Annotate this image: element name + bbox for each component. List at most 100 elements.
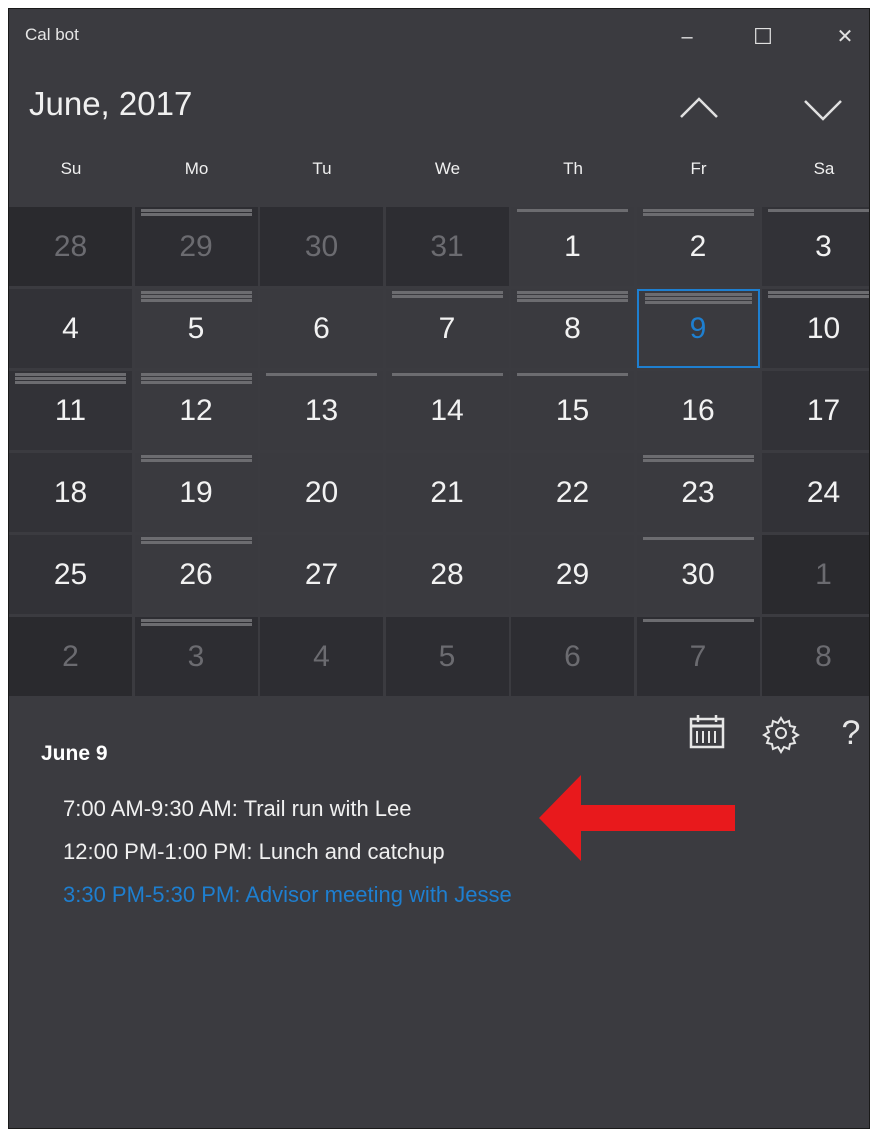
day-cell[interactable]: 6 [511, 617, 634, 696]
day-number: 9 [689, 311, 707, 345]
weekday-fr: Fr [690, 159, 707, 178]
day-number: 24 [806, 475, 841, 509]
weekday-tu: Tu [312, 159, 332, 178]
month-label: June, 2017 [29, 85, 193, 122]
day-cell-selected[interactable]: 9 [636, 289, 760, 368]
day-cell[interactable]: 28 [9, 207, 132, 286]
day-cell[interactable]: 22 [511, 453, 634, 532]
day-cell[interactable]: 20 [260, 453, 383, 532]
day-cell[interactable]: 25 [9, 535, 132, 614]
day-number: 27 [304, 557, 339, 591]
event-indicator [140, 455, 252, 458]
calendar-icon [689, 715, 725, 749]
day-number: 5 [187, 311, 205, 345]
event-indicator [140, 213, 252, 216]
day-number: 12 [179, 393, 213, 427]
event-item[interactable]: 12:00 PM-1:00 PM: Lunch and catchup [63, 839, 445, 865]
weekday-th: Th [563, 159, 583, 178]
day-number: 14 [430, 393, 464, 427]
event-indicator [140, 295, 252, 298]
event-indicator [140, 299, 252, 302]
chevron-up-icon [680, 97, 718, 118]
day-cell[interactable]: 6 [260, 289, 383, 368]
day-cell[interactable]: 13 [260, 371, 383, 450]
chevron-down-icon [804, 100, 842, 121]
day-cell[interactable]: 11 [9, 371, 132, 450]
app-window: Cal bot – ☐ ✕ June, 2017 Su Mo Tu We Th Fr Sa … [8, 8, 870, 1129]
day-cell[interactable]: 4 [9, 289, 132, 368]
day-cell[interactable]: 8 [511, 289, 634, 368]
close-button[interactable]: ✕ [825, 19, 865, 55]
settings-gear-icon [762, 716, 800, 754]
event-indicator [642, 213, 754, 216]
day-cell[interactable]: 5 [134, 289, 258, 368]
maximize-button[interactable]: ☐ [743, 19, 783, 55]
day-cell[interactable]: 17 [762, 371, 869, 450]
event-indicator [517, 209, 628, 212]
event-item[interactable]: 7:00 AM-9:30 AM: Trail run with Lee [63, 796, 412, 822]
day-number: 11 [54, 393, 87, 427]
day-number: 17 [806, 393, 841, 427]
day-cell[interactable]: 29 [511, 535, 634, 614]
day-cell[interactable]: 15 [511, 371, 634, 450]
event-item-highlighted[interactable]: 3:30 PM-5:30 PM: Advisor meeting with Je… [63, 882, 512, 908]
window-title: Cal bot [25, 25, 79, 44]
event-indicator [642, 619, 754, 622]
event-indicator [140, 291, 252, 294]
day-number: 3 [187, 639, 205, 673]
event-indicator [140, 377, 252, 380]
day-cell[interactable]: 2 [9, 617, 132, 696]
day-cell[interactable]: 8 [762, 617, 869, 696]
day-cell[interactable]: 18 [9, 453, 132, 532]
event-indicator [140, 373, 252, 376]
selected-date-heading: June 9 [41, 742, 108, 765]
day-cell[interactable]: 5 [385, 617, 509, 696]
day-cell[interactable]: 30 [636, 535, 760, 614]
day-cell[interactable]: 28 [385, 535, 509, 614]
event-indicator [517, 373, 628, 376]
event-indicator [644, 301, 752, 304]
day-cell[interactable]: 19 [134, 453, 258, 532]
day-number: 19 [179, 475, 213, 509]
day-number: 23 [681, 475, 715, 509]
day-cell[interactable]: 16 [636, 371, 760, 450]
day-cell[interactable]: 7 [385, 289, 509, 368]
event-indicator [140, 619, 252, 622]
event-indicator [642, 459, 754, 462]
day-cell[interactable]: 31 [385, 207, 509, 286]
day-cell[interactable]: 27 [260, 535, 383, 614]
event-indicator [140, 537, 252, 540]
event-indicator [768, 209, 869, 212]
day-cell[interactable]: 3 [762, 207, 869, 286]
event-indicator [15, 377, 126, 380]
day-cell[interactable]: 24 [762, 453, 869, 532]
day-cell[interactable]: 26 [134, 535, 258, 614]
day-number: 7 [689, 639, 707, 673]
day-cell[interactable]: 30 [260, 207, 383, 286]
settings-button[interactable] [757, 709, 805, 757]
event-indicator [391, 291, 503, 294]
event-indicator [140, 381, 252, 384]
next-month-button[interactable] [795, 81, 851, 137]
day-cell[interactable]: 23 [636, 453, 760, 532]
day-cell[interactable]: 29 [134, 207, 258, 286]
day-cell[interactable]: 21 [385, 453, 509, 532]
day-cell[interactable]: 7 [636, 617, 760, 696]
day-cell[interactable]: 2 [636, 207, 760, 286]
day-number: 18 [53, 475, 88, 509]
previous-month-button[interactable] [671, 81, 727, 137]
day-number: 29 [555, 557, 590, 591]
day-cell[interactable]: 4 [260, 617, 383, 696]
event-indicator [15, 381, 126, 384]
day-cell[interactable]: 1 [511, 207, 634, 286]
day-cell[interactable]: 10 [762, 289, 869, 368]
day-cell[interactable]: 12 [134, 371, 258, 450]
calendar-view-button[interactable] [683, 709, 731, 757]
help-button[interactable]: ? [827, 709, 869, 757]
event-indicator [768, 295, 869, 298]
day-cell[interactable]: 1 [762, 535, 869, 614]
minimize-button[interactable]: – [667, 19, 707, 55]
day-cell[interactable]: 14 [385, 371, 509, 450]
day-cell[interactable]: 3 [134, 617, 258, 696]
event-indicator [644, 293, 752, 296]
